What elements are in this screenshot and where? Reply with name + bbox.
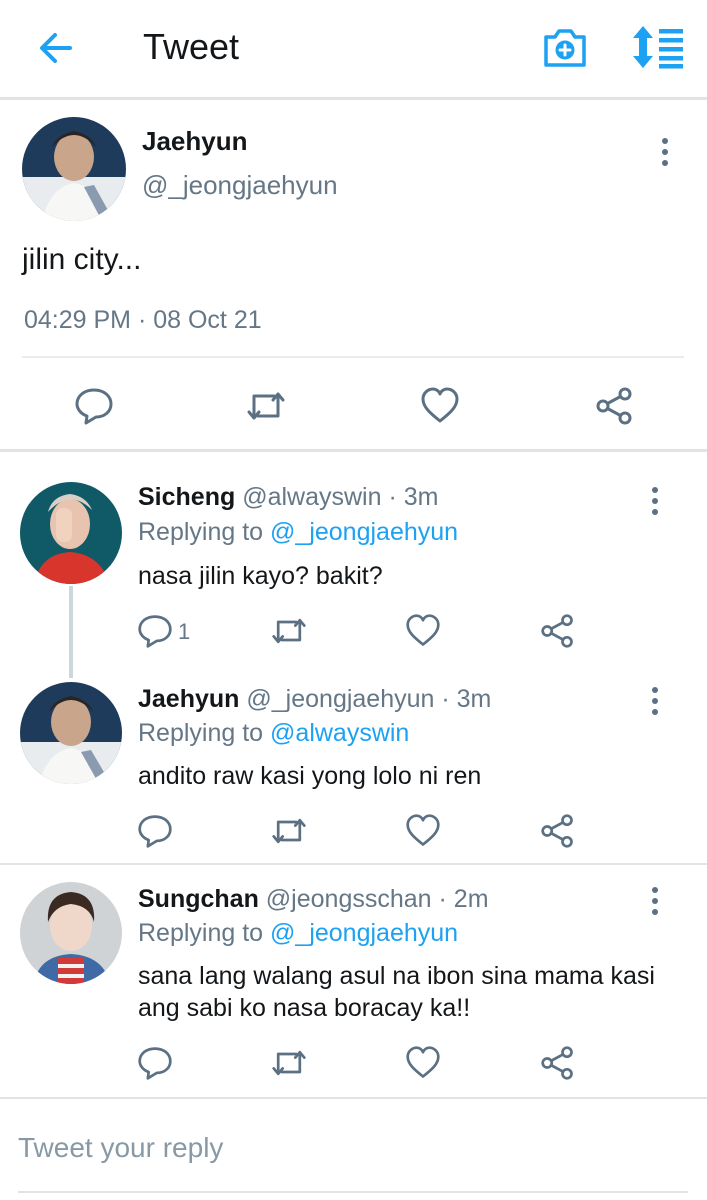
share-icon[interactable] [540,1045,576,1081]
retweet-icon[interactable] [271,1045,307,1081]
reply-author-handle[interactable]: @jeongsschan [266,885,432,913]
reply-icon[interactable] [137,1045,173,1081]
reply-author-name[interactable]: Sicheng [138,483,235,511]
heart-icon[interactable] [405,1045,441,1081]
reply-tweet[interactable]: Jaehyun @_jeongjaehyun · 3m Replying to … [0,665,707,863]
more-vertical-icon[interactable] [645,485,665,517]
reply-icon[interactable] [137,613,173,649]
replying-to-label: Replying to [138,719,264,747]
reply-icon[interactable] [74,386,114,426]
more-vertical-icon[interactable] [645,685,665,717]
top-app-bar: Tweet [0,0,707,100]
reply-author-name[interactable]: Jaehyun [138,685,239,713]
avatar[interactable] [20,682,122,784]
avatar[interactable] [22,117,126,221]
share-icon[interactable] [595,386,635,426]
arrow-left-icon[interactable] [34,26,78,70]
replying-to-mention[interactable]: @_jeongjaehyun [270,919,458,947]
separator-dot: · [441,685,450,713]
avatar[interactable] [20,482,122,584]
reply-text: nasa jilin kayo? bakit? [138,562,383,590]
retweet-icon[interactable] [246,386,286,426]
camera-plus-icon[interactable] [542,27,588,69]
share-icon[interactable] [540,613,576,649]
author-handle[interactable]: @_jeongjaehyun [142,170,338,201]
main-tweet: Jaehyun @_jeongjaehyun jilin city... 04:… [0,100,707,452]
heart-icon[interactable] [420,386,460,426]
heart-icon[interactable] [405,813,441,849]
author-name[interactable]: Jaehyun [142,126,248,157]
reply-composer: Tweet your reply [0,1097,707,1200]
reply-author-handle[interactable]: @alwayswin [242,483,381,511]
replying-to-mention[interactable]: @alwayswin [270,719,409,747]
avatar[interactable] [20,882,122,984]
more-vertical-icon[interactable] [655,136,675,168]
reply-text: sana lang walang asul na ibon sina mama … [138,962,655,1022]
reply-tweet[interactable]: Sicheng @alwayswin · 3m Replying to @_je… [0,455,707,665]
reply-author-handle[interactable]: @_jeongjaehyun [246,685,434,713]
replying-to-label: Replying to [138,919,264,947]
reply-tweet[interactable]: Sungchan @jeongsschan · 2m Replying to @… [0,865,707,1095]
replying-to-mention[interactable]: @_jeongjaehyun [270,518,458,546]
sort-icon[interactable] [632,24,686,70]
reply-author-name[interactable]: Sungchan [138,885,259,913]
reply-input[interactable]: Tweet your reply [18,1132,223,1164]
share-icon[interactable] [540,813,576,849]
more-vertical-icon[interactable] [645,885,665,917]
reply-count: 1 [178,619,191,644]
separator-dot: · [438,885,447,913]
replying-to-label: Replying to [138,518,264,546]
retweet-icon[interactable] [271,813,307,849]
page-title: Tweet [143,26,240,67]
reply-icon[interactable] [137,813,173,849]
divider [22,356,684,358]
heart-icon[interactable] [405,613,441,649]
tweet-text: jilin city... [22,243,142,276]
reply-time: 2m [453,885,489,913]
reply-time: 3m [456,685,492,713]
input-underline [18,1191,688,1193]
retweet-icon[interactable] [271,613,307,649]
reply-text: andito raw kasi yong lolo ni ren [138,762,482,790]
reply-time: 3m [403,483,439,511]
tweet-timestamp: 04:29 PM · 08 Oct 21 [24,306,262,334]
separator-dot: · [388,483,397,511]
